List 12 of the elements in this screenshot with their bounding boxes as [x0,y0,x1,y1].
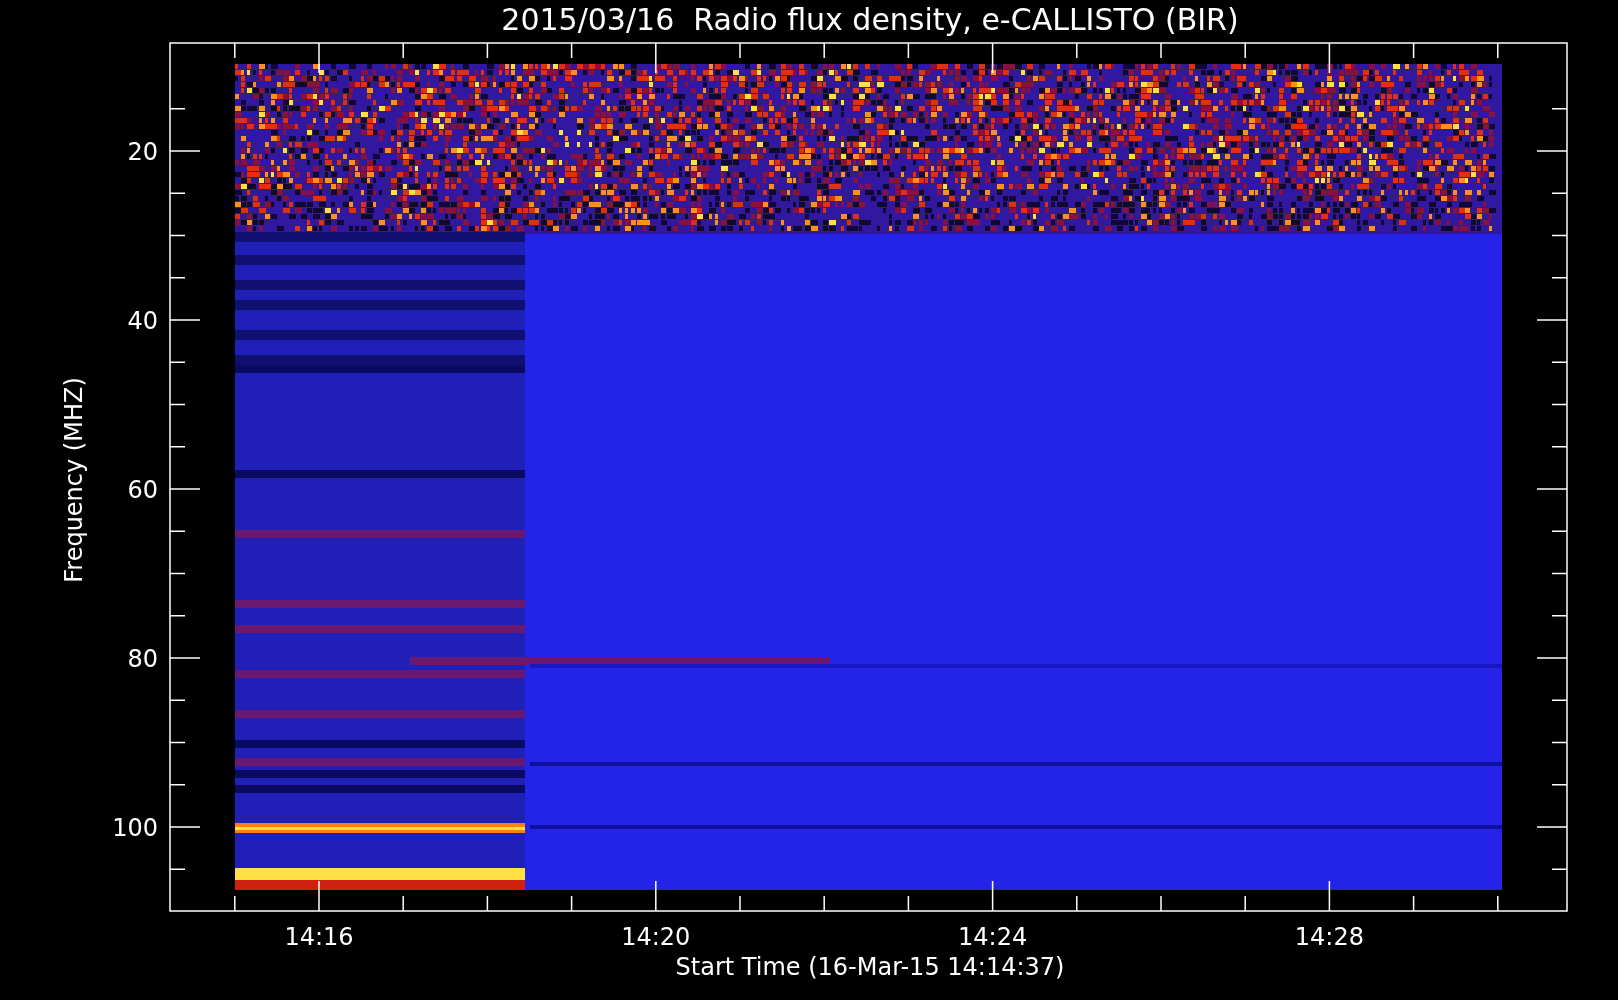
x-axis-label: Start Time (16-Mar-15 14:14:37) [675,953,1065,981]
chart-title: 2015/03/16 Radio flux density, e-CALLISTO (BIR) [501,2,1239,37]
x-tick-label: 14:24 [958,923,1028,951]
y-tick-label: 100 [112,814,158,842]
x-tick-label: 14:20 [621,923,691,951]
y-axis-label: Frequency (MHZ) [60,377,88,583]
y-tick-label: 80 [127,645,158,673]
y-tick-label: 20 [127,138,158,166]
x-tick-label: 14:28 [1294,923,1364,951]
x-tick-label: 14:16 [284,923,354,951]
y-tick-label: 40 [127,307,158,335]
y-tick-label: 60 [127,476,158,504]
